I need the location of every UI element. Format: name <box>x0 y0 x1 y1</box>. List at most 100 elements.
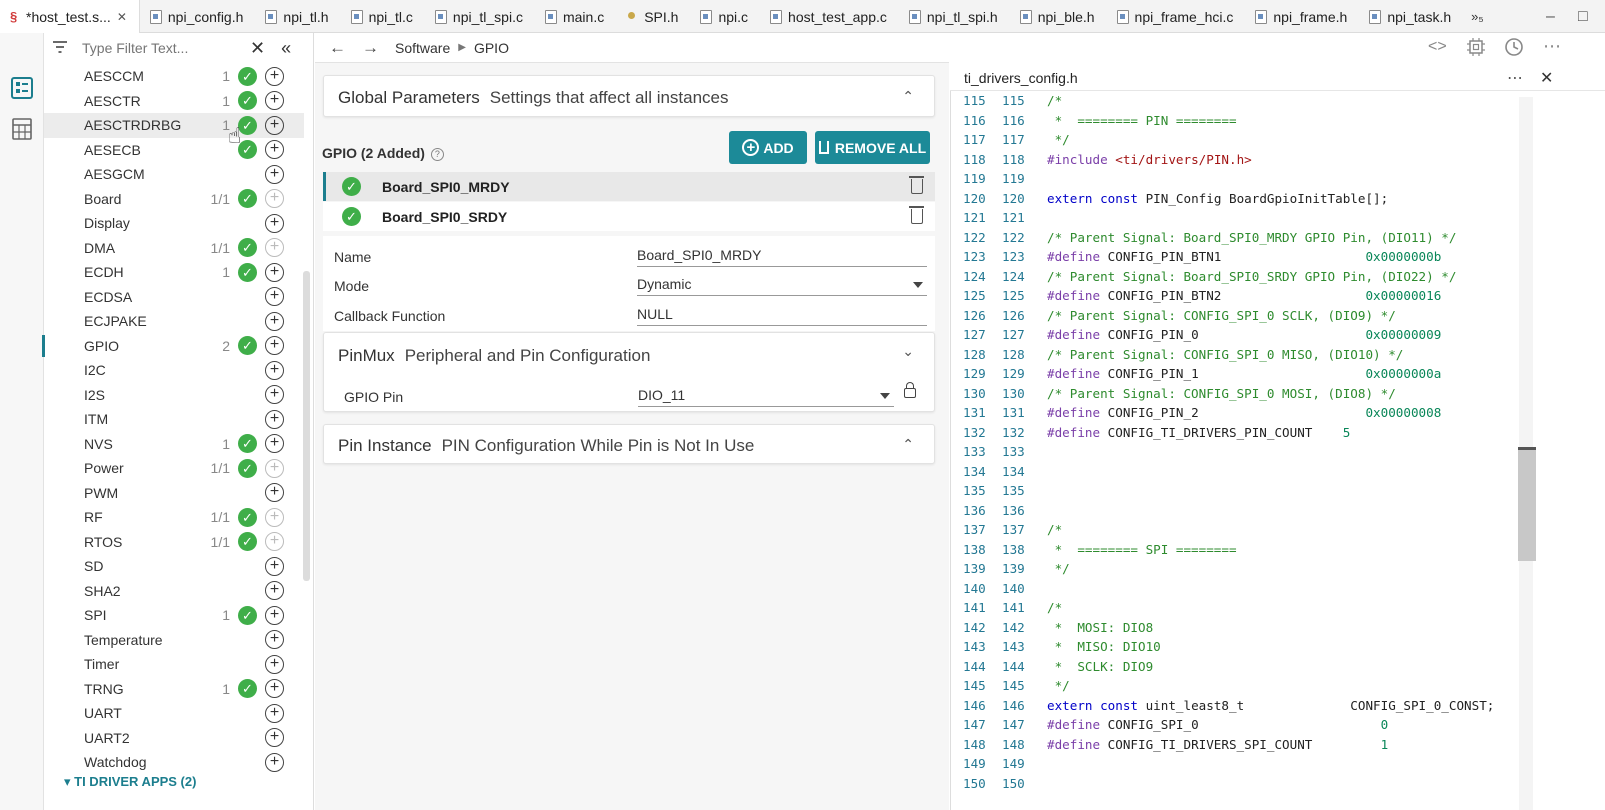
add-module-icon[interactable]: + <box>265 752 284 772</box>
editor-more-icon[interactable]: ⋯ <box>1507 68 1523 88</box>
add-module-icon[interactable]: + <box>265 311 284 331</box>
tab-7[interactable]: npi.c <box>690 0 760 33</box>
help-icon[interactable]: ? <box>430 147 444 161</box>
minimize-icon[interactable]: – <box>1546 0 1555 33</box>
module-item-sd[interactable]: SD + <box>44 554 304 579</box>
tab-13[interactable]: npi_task.h <box>1359 0 1463 33</box>
add-module-icon[interactable]: + <box>265 360 284 380</box>
add-module-icon[interactable]: + <box>265 679 284 699</box>
tab-11[interactable]: npi_frame_hci.c <box>1107 0 1246 33</box>
module-item-ecdh[interactable]: ECDH 1 ✓ + <box>44 260 304 285</box>
add-module-icon[interactable]: + <box>265 213 284 233</box>
editor-scrollbar-thumb[interactable] <box>1518 447 1536 561</box>
add-button[interactable]: + ADD <box>729 131 807 164</box>
add-module-icon[interactable]: + <box>265 507 284 527</box>
add-module-icon[interactable]: + <box>265 532 284 552</box>
tab-3[interactable]: npi_tl.c <box>341 0 425 33</box>
chevron-down-icon[interactable]: ⌄ <box>902 343 914 360</box>
add-module-icon[interactable]: + <box>265 189 284 209</box>
add-module-icon[interactable]: + <box>265 703 284 723</box>
add-module-icon[interactable]: + <box>265 409 284 429</box>
module-item-dma[interactable]: DMA 1/1 ✓ + <box>44 236 304 261</box>
close-tab-icon[interactable]: ✕ <box>117 10 127 24</box>
delete-instance-icon[interactable] <box>909 206 924 224</box>
clear-filter-icon[interactable]: ✕ <box>250 38 265 59</box>
module-item-uart[interactable]: UART + <box>44 701 304 726</box>
module-item-display[interactable]: Display + <box>44 211 304 236</box>
name-field[interactable]: Board_SPI0_MRDY <box>637 245 927 267</box>
module-item-gpio[interactable]: GPIO 2 ✓ + <box>42 334 304 359</box>
module-item-watchdog[interactable]: Watchdog + <box>44 750 304 775</box>
add-module-icon[interactable]: + <box>265 336 284 356</box>
module-item-power[interactable]: Power 1/1 ✓ + <box>44 456 304 481</box>
collapse-panel-icon[interactable]: « <box>281 38 291 59</box>
tab-6[interactable]: SPI.h <box>616 0 690 33</box>
tab-2[interactable]: npi_tl.h <box>255 0 340 33</box>
chip-icon[interactable] <box>1466 37 1486 60</box>
add-module-icon[interactable]: + <box>265 483 284 503</box>
module-item-rf[interactable]: RF 1/1 ✓ + <box>44 505 304 530</box>
global-parameters-card[interactable]: Global Parameters Settings that affect al… <box>323 75 935 117</box>
code-lines[interactable]: 115 115/* 116 116 * ======== PIN ======== 11… <box>950 91 1532 810</box>
add-module-icon[interactable]: + <box>265 434 284 454</box>
module-item-aesecb[interactable]: AESECB ✓ + <box>44 138 304 163</box>
module-item-i2c[interactable]: I2C + <box>44 358 304 383</box>
code-view-icon[interactable]: <> <box>1428 38 1447 56</box>
module-item-sha2[interactable]: SHA2 + <box>44 579 304 604</box>
tab-overflow-icon[interactable]: »₅ <box>1463 0 1491 33</box>
module-item-ecdsa[interactable]: ECDSA + <box>44 285 304 310</box>
lock-icon[interactable] <box>904 382 916 398</box>
add-module-icon[interactable]: + <box>265 91 284 111</box>
add-module-icon[interactable]: + <box>265 164 284 184</box>
tab-10[interactable]: npi_ble.h <box>1010 0 1107 33</box>
back-arrow-icon[interactable]: ← <box>329 38 346 58</box>
add-module-icon[interactable]: + <box>265 728 284 748</box>
sysconfig-view-icon[interactable] <box>10 76 34 100</box>
pinmux-title[interactable]: PinMux Peripheral and Pin Configuration <box>338 346 650 366</box>
add-module-icon[interactable]: + <box>265 630 284 650</box>
module-item-trng[interactable]: TRNG 1 ✓ + <box>44 677 304 702</box>
module-item-ecjpake[interactable]: ECJPAKE + <box>44 309 304 334</box>
tab-9[interactable]: npi_tl_spi.h <box>899 0 1010 33</box>
tab-5[interactable]: main.c <box>535 0 616 33</box>
module-item-aesctrdrbg[interactable]: AESCTRDRBG 1 ✓ + <box>44 113 304 138</box>
add-module-icon[interactable]: + <box>265 262 284 282</box>
maximize-icon[interactable]: □ <box>1578 0 1588 33</box>
add-module-icon[interactable]: + <box>265 66 284 86</box>
filter-icon[interactable] <box>52 40 68 57</box>
add-module-icon[interactable]: + <box>265 654 284 674</box>
mode-select[interactable]: Dynamic <box>637 274 927 296</box>
ti-driver-apps-section[interactable]: ▾ TI DRIVER APPS (2) <box>64 774 196 790</box>
editor-title[interactable]: ti_drivers_config.h <box>964 70 1078 86</box>
tab-8[interactable]: host_test_app.c <box>760 0 899 33</box>
add-module-icon[interactable]: + <box>265 140 284 160</box>
more-options-icon[interactable]: ⋯ <box>1543 36 1561 57</box>
callback-field[interactable]: NULL <box>637 304 927 326</box>
pin-instance-card[interactable]: Pin Instance PIN Configuration While Pin … <box>323 424 935 464</box>
tab-4[interactable]: npi_tl_spi.c <box>425 0 535 33</box>
gpio-pin-select[interactable]: DIO_11 <box>638 385 894 407</box>
add-module-icon[interactable]: + <box>265 287 284 307</box>
module-item-i2s[interactable]: I2S + <box>44 383 304 408</box>
instance-board-spi0-srdy[interactable]: ✓ Board_SPI0_SRDY <box>323 202 935 231</box>
close-editor-icon[interactable]: ✕ <box>1540 68 1553 88</box>
instance-board-spi0-mrdy[interactable]: ✓ Board_SPI0_MRDY <box>323 172 935 201</box>
add-module-icon[interactable]: + <box>265 115 284 135</box>
add-module-icon[interactable]: + <box>265 238 284 258</box>
add-module-icon[interactable]: + <box>265 556 284 576</box>
add-module-icon[interactable]: + <box>265 385 284 405</box>
tab-12[interactable]: npi_frame.h <box>1245 0 1359 33</box>
filter-input[interactable] <box>82 40 242 56</box>
module-item-rtos[interactable]: RTOS 1/1 ✓ + <box>44 530 304 555</box>
module-item-aesccm[interactable]: AESCCM 1 ✓ + <box>44 64 304 89</box>
add-module-icon[interactable]: + <box>265 458 284 478</box>
delete-instance-icon[interactable] <box>909 176 924 194</box>
module-item-aesctr[interactable]: AESCTR 1 ✓ + <box>44 89 304 114</box>
module-item-spi[interactable]: SPI 1 ✓ + <box>44 603 304 628</box>
remove-all-button[interactable]: REMOVE ALL <box>815 131 930 164</box>
forward-arrow-icon[interactable]: → <box>362 38 379 58</box>
module-list-scrollbar[interactable] <box>303 271 310 581</box>
chevron-up-icon[interactable]: ⌃ <box>902 88 914 105</box>
history-icon[interactable] <box>1504 37 1524 60</box>
calculator-view-icon[interactable] <box>10 117 34 141</box>
